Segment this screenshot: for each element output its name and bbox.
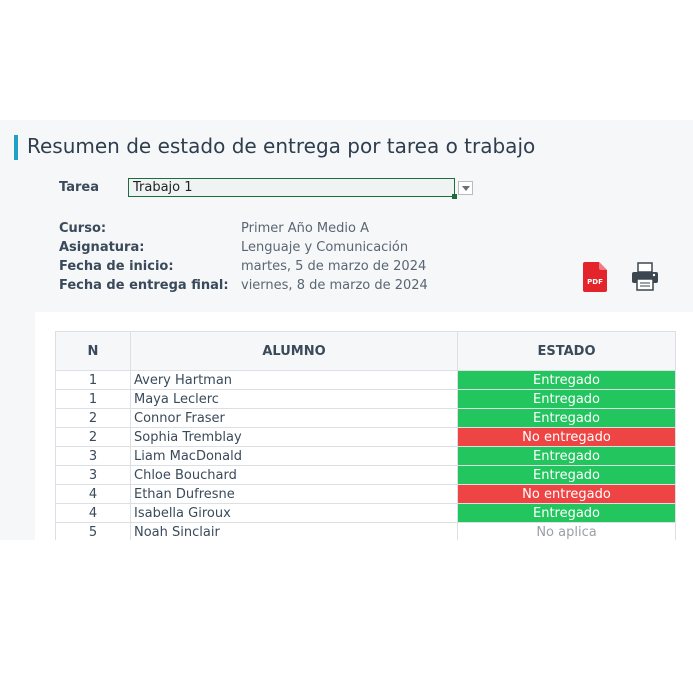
delivery-status-table: N ALUMNO ESTADO 1 Avery Hartman Entregad… xyxy=(55,331,676,542)
fecha-inicio-label: Fecha de inicio: xyxy=(59,259,174,274)
tarea-dropdown-button[interactable] xyxy=(458,181,473,195)
row-number: 3 xyxy=(55,446,131,466)
status-badge: No entregado xyxy=(457,427,676,447)
status-badge: Entregado xyxy=(457,446,676,466)
fecha-entrega-value: viernes, 8 de marzo de 2024 xyxy=(241,278,428,293)
table-row[interactable]: 2 Connor Fraser Entregado xyxy=(55,408,676,428)
tarea-label: Tarea xyxy=(59,180,99,195)
table-row[interactable]: 5 Noah Sinclair No aplica xyxy=(55,522,676,542)
student-name: Sophia Tremblay xyxy=(130,427,458,447)
row-number: 2 xyxy=(55,408,131,428)
column-header-alumno[interactable]: ALUMNO xyxy=(130,331,458,371)
column-header-n[interactable]: N xyxy=(55,331,131,371)
row-number: 1 xyxy=(55,370,131,390)
status-badge: Entregado xyxy=(457,465,676,485)
fecha-inicio-value: martes, 5 de marzo de 2024 xyxy=(241,259,427,274)
student-name: Isabella Giroux xyxy=(130,503,458,523)
row-number: 5 xyxy=(55,522,131,542)
status-badge: Entregado xyxy=(457,408,676,428)
table-row[interactable]: 3 Liam MacDonald Entregado xyxy=(55,446,676,466)
page-title: Resumen de estado de entrega por tarea o… xyxy=(27,134,536,158)
row-number: 4 xyxy=(55,484,131,504)
row-number: 4 xyxy=(55,503,131,523)
student-name: Avery Hartman xyxy=(130,370,458,390)
status-badge: No aplica xyxy=(457,522,676,542)
row-number: 1 xyxy=(55,389,131,409)
status-badge: No entregado xyxy=(457,484,676,504)
status-badge: Entregado xyxy=(457,370,676,390)
table-row[interactable]: 2 Sophia Tremblay No entregado xyxy=(55,427,676,447)
pdf-icon[interactable]: PDF xyxy=(583,262,607,292)
table-row[interactable]: 4 Isabella Giroux Entregado xyxy=(55,503,676,523)
column-header-estado[interactable]: ESTADO xyxy=(457,331,676,371)
curso-value: Primer Año Medio A xyxy=(241,221,369,236)
printer-icon[interactable] xyxy=(631,262,659,291)
status-badge: Entregado xyxy=(457,389,676,409)
title-accent-bar xyxy=(14,135,18,160)
table-row[interactable]: 1 Maya Leclerc Entregado xyxy=(55,389,676,409)
student-name: Liam MacDonald xyxy=(130,446,458,466)
status-badge: Entregado xyxy=(457,503,676,523)
table-header-row: N ALUMNO ESTADO xyxy=(55,331,676,371)
chevron-down-icon xyxy=(462,186,470,191)
tarea-select[interactable]: Trabajo 1 xyxy=(128,178,457,199)
student-name: Noah Sinclair xyxy=(130,522,458,542)
fecha-entrega-label: Fecha de entrega final: xyxy=(59,278,229,293)
row-number: 3 xyxy=(55,465,131,485)
student-name: Ethan Dufresne xyxy=(130,484,458,504)
asignatura-value: Lenguaje y Comunicación xyxy=(241,240,409,255)
tarea-select-value: Trabajo 1 xyxy=(133,180,193,195)
table-row[interactable]: 4 Ethan Dufresne No entregado xyxy=(55,484,676,504)
curso-label: Curso: xyxy=(59,221,107,236)
student-name: Chloe Bouchard xyxy=(130,465,458,485)
table-row[interactable]: 3 Chloe Bouchard Entregado xyxy=(55,465,676,485)
student-name: Maya Leclerc xyxy=(130,389,458,409)
pdf-icon-text: PDF xyxy=(587,278,603,286)
student-name: Connor Fraser xyxy=(130,408,458,428)
table-row[interactable]: 1 Avery Hartman Entregado xyxy=(55,370,676,390)
page-bottom-blank xyxy=(0,540,693,693)
cell-fill-handle[interactable] xyxy=(452,194,457,199)
asignatura-label: Asignatura: xyxy=(59,240,145,255)
row-number: 2 xyxy=(55,427,131,447)
